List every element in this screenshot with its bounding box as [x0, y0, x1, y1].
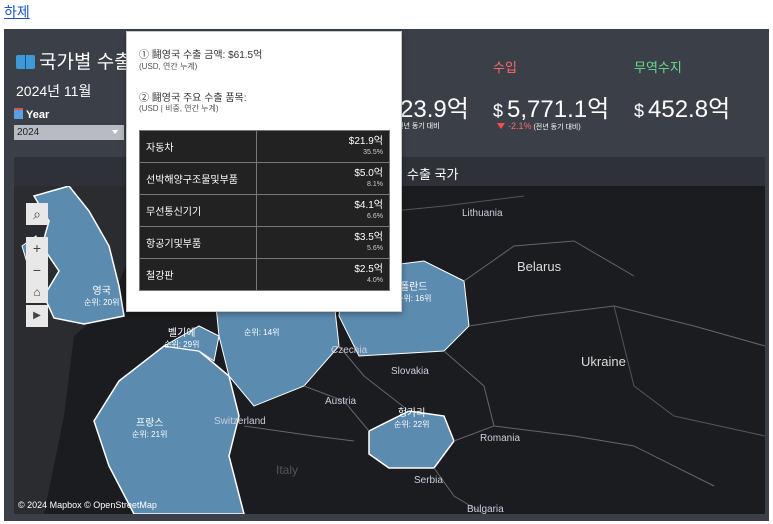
country-name: 폴란드 — [399, 282, 428, 293]
map-label-uk[interactable]: 영국 순위: 20위 — [84, 282, 119, 308]
item-share: 35.5% — [363, 148, 383, 156]
item-name: 선박해양구조물및부품 — [139, 162, 257, 195]
table-row: 자동차 $21.9억 35.5% — [139, 130, 390, 163]
map-label-czechia: Czechia — [331, 345, 368, 356]
map-label-germany[interactable]: 순위: 14위 — [244, 327, 279, 338]
table-row: 선박해양구조물및부품 $5.0억 8.1% — [139, 162, 390, 195]
play-icon[interactable]: ▶ — [26, 305, 48, 327]
item-share: 6.6% — [367, 212, 383, 220]
zoom-out-icon[interactable]: − — [26, 259, 48, 281]
map-label-belgium[interactable]: 벨기에 순위: 29위 — [164, 324, 199, 350]
report-date: 2024년 11월 — [16, 83, 92, 99]
map-title: 수출 국가 — [407, 167, 459, 182]
export-kpi-note: 전년 동기 대비 — [397, 123, 440, 130]
map-label-switzerland: Switzerland — [214, 416, 266, 427]
map-label-slovakia: Slovakia — [391, 366, 429, 377]
item-value: $4.1억 — [354, 199, 383, 211]
year-dropdown[interactable]: 2024 — [14, 125, 124, 140]
country-rank: 순위: 21위 — [132, 430, 168, 439]
map-label-bulgaria: Bulgaria — [467, 504, 504, 514]
item-name: 자동차 — [139, 130, 257, 163]
calendar-icon — [14, 108, 23, 119]
balance-kpi-title: 무역수지 — [634, 60, 682, 75]
import-value-text: 5,771.1억 — [507, 96, 610, 123]
country-rank: 순위: 29위 — [164, 340, 200, 349]
map-label-italy: Italy — [276, 463, 299, 477]
import-kpi-value: $5,771.1억 — [493, 89, 609, 124]
chevron-down-icon — [112, 130, 118, 134]
item-value-cell: $2.5억 4.0% — [256, 258, 390, 291]
import-kpi-change: -2.1% (전년 동기 대비) — [497, 121, 581, 132]
item-name: 철강판 — [139, 258, 257, 291]
year-dropdown-value: 2024 — [17, 127, 40, 138]
balance-currency: $ — [634, 101, 645, 121]
country-name: 벨기에 — [167, 328, 196, 339]
table-row: 항공기및부품 $3.5억 5.6% — [139, 226, 390, 259]
map-label-austria: Austria — [325, 396, 357, 407]
map-label-ukraine: Ukraine — [581, 354, 626, 369]
import-change-pct: -2.1% — [508, 121, 532, 131]
tooltip-export-amount-note: (USD, 연간 누계) — [139, 62, 198, 71]
item-value-cell: $3.5억 5.6% — [256, 226, 390, 259]
balance-kpi-value: $452.8억 — [634, 89, 730, 124]
import-currency: $ — [493, 101, 504, 121]
tooltip-items-heading: ② 鬪영국 주요 수출 품목: — [139, 93, 247, 104]
map-label-lithuania: Lithuania — [462, 208, 503, 219]
item-value: $5.0억 — [354, 167, 383, 179]
search-icon[interactable]: ⌕ — [26, 203, 48, 225]
item-value-cell: $5.0억 8.1% — [256, 162, 390, 195]
country-name: 프랑스 — [135, 418, 164, 429]
year-filter-label: Year — [14, 108, 49, 121]
country-name: 헝가리 — [397, 408, 426, 419]
down-triangle-icon — [497, 123, 505, 129]
item-value-cell: $21.9억 35.5% — [256, 130, 390, 163]
map-label-romania: Romania — [480, 433, 521, 444]
table-row: 철강판 $2.5억 4.0% — [139, 258, 390, 291]
country-rank: 순위: 20위 — [84, 298, 120, 307]
zoom-in-icon[interactable]: + — [26, 237, 48, 259]
book-icon — [16, 55, 35, 69]
map-label-hungary[interactable]: 헝가리 순위: 22위 — [394, 404, 429, 430]
item-value-cell: $4.1억 6.6% — [256, 194, 390, 227]
item-value: $2.5억 — [354, 263, 383, 275]
country-tooltip: ① 鬪영국 수출 금액: $61.5억 (USD, 연간 누계) ② 鬪영국 주… — [126, 31, 402, 312]
item-name: 항공기및부품 — [139, 226, 257, 259]
table-row: 무선통신기기 $4.1억 6.6% — [139, 194, 390, 227]
item-share: 8.1% — [367, 180, 383, 188]
export-items-table: 자동차 $21.9억 35.5% 선박해양구조물및부품 $5.0억 8.1% 무선통신기… — [139, 130, 390, 291]
country-name: 영국 — [92, 286, 111, 297]
map-credit: © 2024 Mapbox © OpenStreetMap — [18, 500, 157, 510]
year-label-text: Year — [26, 109, 50, 121]
import-kpi-title: 수입 — [493, 60, 517, 75]
tooltip-export-amount: ① 鬪영국 수출 금액: $61.5억 — [139, 50, 263, 61]
map-label-france[interactable]: 프랑스 순위: 21위 — [132, 414, 167, 440]
country-rank: 순위: 22위 — [394, 420, 430, 429]
tooltip-items-note: (USD | 비중, 연간 누계) — [139, 104, 219, 113]
top-link[interactable]: 하제 — [4, 2, 30, 22]
export-kpi-value: 23.9억 — [400, 96, 469, 123]
import-change-note: (전년 동기 대비) — [533, 124, 581, 131]
map-label-serbia: Serbia — [414, 475, 443, 486]
item-name: 무선통신기기 — [139, 194, 257, 227]
balance-value-text: 452.8억 — [648, 96, 731, 123]
item-value: $3.5억 — [354, 231, 383, 243]
item-share: 5.6% — [367, 244, 383, 252]
map-label-belarus: Belarus — [517, 259, 562, 274]
item-share: 4.0% — [367, 276, 383, 284]
item-value: $21.9억 — [348, 135, 383, 147]
country-rank: 순위: 14위 — [244, 328, 280, 337]
home-icon[interactable]: ⌂ — [26, 281, 48, 303]
